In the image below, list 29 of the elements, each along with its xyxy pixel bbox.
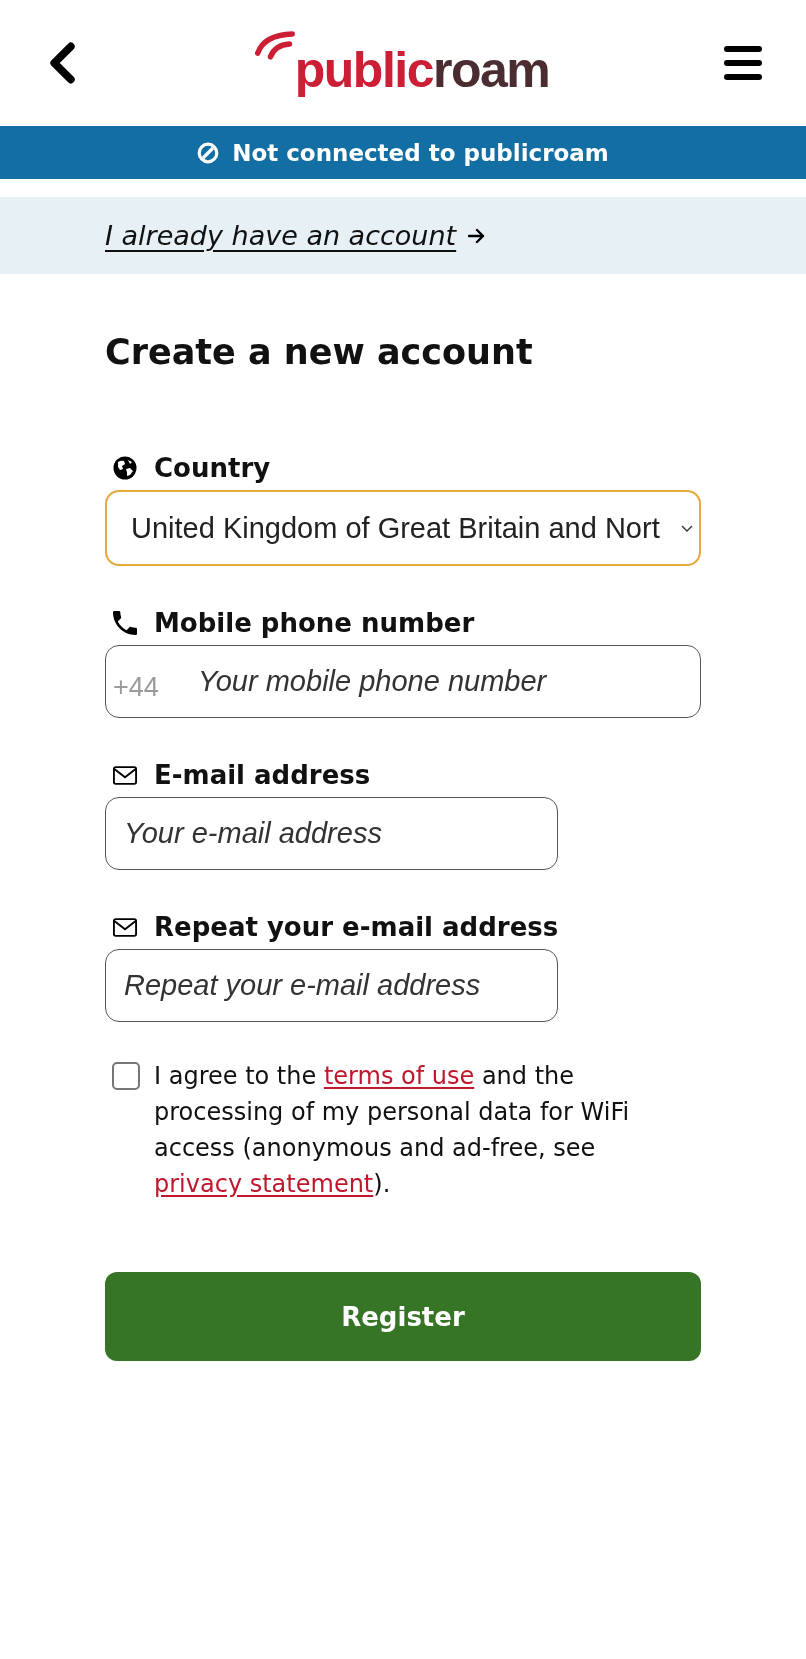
arrow-right-icon [468, 227, 487, 244]
country-select[interactable]: United Kingdom of Great Britain and Nort [105, 490, 701, 566]
menu-icon [724, 46, 762, 80]
globe-icon [113, 456, 137, 480]
consent-checkbox[interactable] [112, 1062, 140, 1090]
logo-wordmark: publicroam [294, 41, 550, 100]
wifi-arcs-icon [254, 30, 295, 60]
email-input-field[interactable]: Repeat your e-mail address [105, 949, 558, 1022]
country-code-prefix: +44 [113, 671, 159, 703]
register-button[interactable]: Register [105, 1272, 701, 1361]
field-label: E-mail address [154, 759, 371, 792]
back-button[interactable] [48, 42, 76, 84]
consent-text: I agree to the terms of use and the processing of my personal data for WiFi access (anonymous and ad-free, see privacy statement). [154, 1061, 631, 1200]
field-label: Country [154, 452, 271, 485]
ban-icon [197, 141, 220, 164]
menu-button[interactable] [724, 46, 762, 80]
chevron-left-icon [48, 42, 76, 84]
phone-icon [113, 611, 137, 635]
envelope-icon [113, 917, 137, 937]
text-link[interactable]: terms of use [323, 1062, 475, 1090]
field-label: Repeat your e-mail address [154, 911, 559, 944]
page-heading: Create a new account [105, 331, 534, 374]
envelope-icon [113, 765, 137, 785]
field-label: Mobile phone number [154, 607, 475, 640]
status-message: Not connected to publicroam [232, 138, 609, 168]
text-link[interactable]: privacy statement [154, 1170, 374, 1198]
chevron-down-icon [681, 524, 693, 532]
login-link[interactable]: I already have an account [105, 217, 457, 254]
email-input-field[interactable]: Your e-mail address [105, 797, 558, 870]
